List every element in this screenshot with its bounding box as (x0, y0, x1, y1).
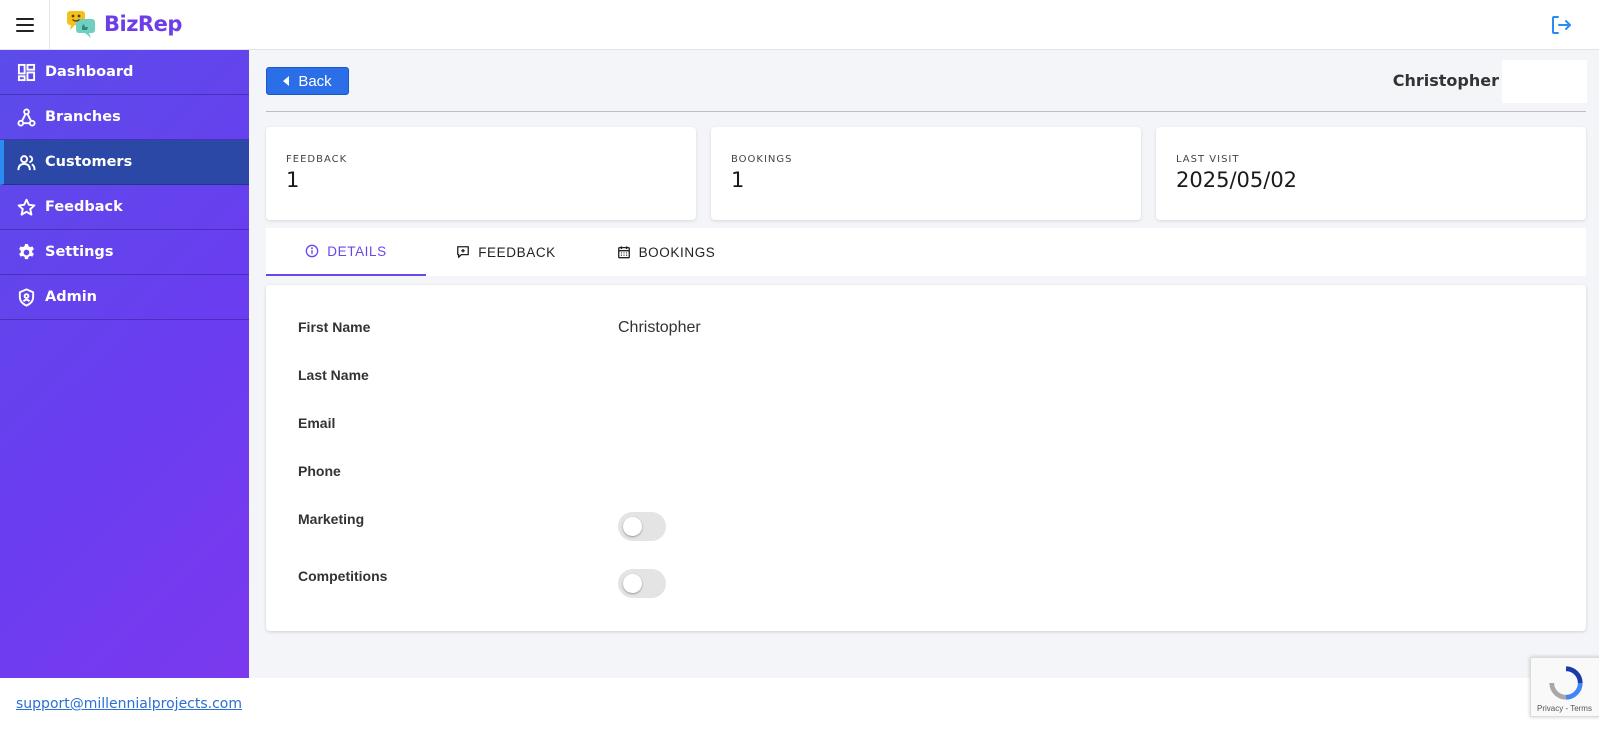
toggle-knob (623, 574, 642, 593)
sidebar-item-label: Admin (45, 289, 98, 305)
stat-value: 1 (286, 168, 300, 192)
competitions-toggle[interactable] (618, 569, 666, 598)
menu-toggle-button[interactable] (0, 0, 50, 50)
sidebar-item-feedback[interactable]: Feedback (0, 185, 249, 230)
details-panel: First Name Christopher Last Name Email P… (266, 285, 1586, 631)
users-icon (17, 154, 36, 170)
dashboard-icon (17, 63, 36, 81)
sidebar-item-label: Feedback (45, 199, 123, 215)
marketing-toggle[interactable] (618, 512, 666, 541)
stat-label: BOOKINGS (731, 154, 793, 165)
stat-card-feedback: FEEDBACK 1 (266, 127, 696, 220)
email-label: Email (298, 415, 336, 431)
sidebar-item-settings[interactable]: Settings (0, 230, 249, 275)
sidebar: Dashboard Branches Customers Feedback Se… (0, 50, 249, 678)
star-icon (17, 198, 36, 216)
toggle-knob (623, 517, 642, 536)
header-name-backdrop (1502, 60, 1587, 103)
hamburger-icon (15, 18, 34, 32)
last-name-label: Last Name (298, 367, 369, 383)
stat-label: LAST VISIT (1176, 154, 1240, 165)
back-button[interactable]: Back (266, 67, 349, 95)
first-name-value: Christopher (618, 319, 701, 336)
tab-label: DETAILS (327, 243, 387, 259)
competitions-label: Competitions (298, 568, 388, 584)
brand-name: BizRep (104, 12, 182, 36)
stat-value: 2025/05/02 (1176, 168, 1298, 192)
footer: support@millennialprojects.com (0, 678, 1599, 731)
tab-bookings[interactable]: BOOKINGS (586, 228, 746, 276)
recaptcha-badge[interactable]: Privacy - Terms (1530, 657, 1599, 717)
bizrep-logo-icon (67, 11, 95, 38)
tab-feedback[interactable]: FEEDBACK (426, 228, 586, 276)
sidebar-item-branches[interactable]: Branches (0, 95, 249, 140)
tab-details[interactable]: DETAILS (266, 228, 426, 276)
header-divider (266, 111, 1586, 112)
sidebar-item-label: Branches (45, 109, 121, 125)
gear-icon (19, 243, 34, 259)
sidebar-item-label: Customers (45, 154, 133, 170)
info-icon (305, 244, 319, 258)
first-name-label: First Name (298, 319, 371, 335)
branches-icon (17, 107, 36, 127)
logout-icon[interactable] (1549, 13, 1573, 37)
top-bar: BizRep (0, 0, 1599, 50)
sidebar-item-label: Dashboard (45, 64, 134, 80)
tab-label: FEEDBACK (478, 244, 556, 260)
tab-label: BOOKINGS (638, 244, 716, 260)
calendar-icon (617, 246, 630, 259)
recaptcha-icon (1549, 666, 1583, 700)
support-email-link[interactable]: support@millennialprojects.com (16, 696, 242, 712)
sidebar-item-admin[interactable]: Admin (0, 275, 249, 320)
marketing-label: Marketing (298, 511, 365, 527)
stat-card-last-visit: LAST VISIT 2025/05/02 (1156, 127, 1586, 220)
sidebar-item-customers[interactable]: Customers (0, 140, 249, 185)
brand[interactable]: BizRep (65, 9, 182, 39)
phone-label: Phone (298, 463, 341, 479)
recaptcha-links[interactable]: Privacy - Terms (1537, 704, 1592, 713)
stat-label: FEEDBACK (286, 154, 348, 165)
stat-value: 1 (731, 168, 745, 192)
customer-tabs: DETAILS FEEDBACK BOOKINGS (266, 228, 1586, 276)
customer-name-title: Christopher (1392, 71, 1499, 90)
back-button-label: Back (298, 72, 332, 90)
shield-icon (18, 287, 35, 307)
comment-plus-icon (457, 246, 470, 258)
sidebar-item-dashboard[interactable]: Dashboard (0, 50, 249, 95)
stat-card-bookings: BOOKINGS 1 (711, 127, 1141, 220)
caret-left-icon (283, 76, 290, 86)
sidebar-item-label: Settings (45, 244, 114, 260)
